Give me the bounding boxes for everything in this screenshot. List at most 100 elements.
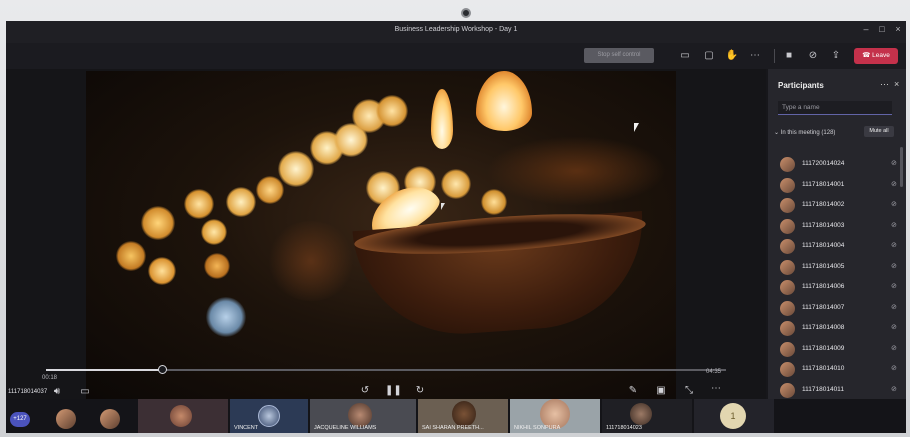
close-button[interactable]: × (892, 24, 904, 34)
toolbar-divider (774, 49, 775, 63)
mic-off-icon[interactable]: ⊘ (891, 221, 897, 229)
share-tray-icon[interactable]: ▭ (678, 49, 692, 63)
participant-avatar (780, 157, 795, 172)
bokeh-light (226, 187, 256, 217)
raise-hand-icon[interactable]: ✋ (725, 49, 739, 63)
participant-avatar (780, 321, 795, 336)
more-icon[interactable]: ⋯ (748, 49, 762, 63)
mic-off-icon[interactable]: ⊘ (891, 323, 897, 331)
participants-panel: Participants ⋯ × ⌄ In this meeting (128)… (768, 69, 906, 433)
participant-name: 111718014005 (802, 262, 845, 270)
mute-all-button[interactable]: Mute all (864, 126, 894, 137)
tile-name: JACQUELINE WILLIAMS (314, 425, 377, 431)
maximize-button[interactable]: □ (876, 24, 888, 34)
participant-name: 111718014006 (802, 283, 845, 290)
participant-name: 111718014010 (802, 365, 845, 372)
bokeh-light (256, 176, 284, 204)
leave-button[interactable]: ☎ Leave (854, 48, 898, 64)
in-meeting-label: In this meeting (128) (780, 130, 836, 136)
elapsed-time: 00:18 (42, 375, 58, 381)
participant-row[interactable]: 111718014009 ⊘ (780, 340, 900, 360)
mic-off-icon[interactable]: ⊘ (891, 159, 897, 167)
mic-off-icon[interactable]: ⊘ (891, 344, 897, 352)
panel-close-icon[interactable]: × (894, 79, 899, 89)
fullscreen-icon[interactable]: ⤡ (682, 385, 696, 396)
video-tile[interactable]: 111718014023 (602, 399, 692, 433)
panel-scrollbar[interactable] (900, 147, 903, 187)
participant-row[interactable]: 111718014007 ⊘ (780, 299, 900, 319)
participant-name: 111720014024 (802, 160, 845, 167)
leave-label: Leave (872, 52, 890, 59)
participant-row[interactable]: 111718014008 ⊘ (780, 319, 900, 339)
participant-face (630, 403, 652, 425)
participant-row[interactable]: 111718014006 ⊘ (780, 278, 900, 298)
panel-more-icon[interactable]: ⋯ (880, 79, 889, 90)
mic-off-icon[interactable]: ⊘ (891, 385, 897, 393)
background-lamp (486, 136, 666, 206)
participant-row[interactable]: 111718014003 ⊘ (780, 217, 900, 237)
stop-control-button[interactable]: Stop self control (584, 48, 654, 63)
participant-face (452, 401, 476, 427)
phone-icon: ☎ (862, 52, 873, 59)
video-tile[interactable]: NIKHIL SONPURA (510, 399, 600, 433)
participant-avatar (780, 177, 795, 193)
pen-icon[interactable]: ✎ (626, 385, 640, 396)
window-title: Business Leadership Workshop - Day 1 (394, 26, 518, 33)
video-progress-bar[interactable] (46, 365, 726, 374)
flame (476, 71, 532, 131)
shared-video[interactable] (86, 71, 676, 399)
mic-off-icon[interactable]: ⊘ (891, 364, 897, 372)
minimize-button[interactable]: – (860, 24, 872, 34)
captions-icon[interactable]: ▭ (78, 386, 92, 397)
chat-icon[interactable]: ▢ (702, 49, 716, 63)
pip-icon[interactable]: ▣ (654, 385, 668, 396)
tile-name: 111718014023 (606, 425, 642, 431)
participant-thumbnail[interactable] (56, 409, 76, 429)
meeting-toolbar: Stop self control ▭ ▢ ✋ ⋯ ■ ⊘ ⇪ ☎ Leave (6, 43, 906, 69)
pause-icon[interactable]: ❚❚ (385, 385, 402, 396)
rewind-icon[interactable]: ↺ (358, 385, 372, 396)
remaining-time: 04:35 (706, 369, 722, 375)
mic-off-icon[interactable]: ⊘ (891, 200, 897, 208)
participant-row[interactable]: 111718014001 ⊘ (780, 176, 900, 196)
participant-name: 111718014001 (802, 180, 845, 188)
mic-off-icon[interactable]: ⊘ (891, 180, 897, 188)
video-tile[interactable] (138, 399, 228, 433)
video-tile[interactable]: JACQUELINE WILLIAMS (310, 399, 416, 433)
forward-icon[interactable]: ↻ (413, 385, 427, 396)
participant-name: 111718014011 (802, 385, 844, 393)
mic-off-icon[interactable]: ⊘ (891, 282, 897, 290)
share-icon[interactable]: ⇪ (829, 49, 843, 63)
participant-avatar (780, 341, 795, 357)
participant-thumbnail[interactable] (100, 409, 120, 429)
participant-avatar (258, 405, 280, 427)
tile-name: SAI SHARAN PREETH... (422, 425, 484, 431)
mic-off-icon[interactable]: ⊘ (806, 49, 820, 63)
participant-search-input[interactable] (778, 101, 892, 115)
bokeh-light (201, 219, 227, 245)
participant-avatar (780, 382, 795, 398)
participant-row[interactable]: 111720014024 ⊘ (780, 155, 900, 175)
initial-avatar[interactable]: 1 (720, 403, 746, 429)
camera-icon[interactable]: ■ (782, 49, 796, 63)
video-tile[interactable]: VINCENT (230, 399, 308, 433)
overflow-count-badge[interactable]: +127 (10, 412, 30, 427)
participant-row[interactable]: 111718014004 ⊘ (780, 237, 900, 257)
participant-avatar (780, 198, 795, 213)
participant-row[interactable]: 111718014010 ⊘ (780, 360, 900, 380)
mic-off-icon[interactable]: ⊘ (891, 262, 897, 270)
volume-icon[interactable]: 🔊︎ (50, 386, 64, 397)
in-meeting-header[interactable]: ⌄ In this meeting (128) (774, 129, 835, 136)
participant-row[interactable]: 111718014005 ⊘ (780, 258, 900, 278)
mic-off-icon[interactable]: ⊘ (891, 303, 897, 311)
participant-row[interactable]: 111718014002 ⊘ (780, 196, 900, 216)
bokeh-light (141, 206, 175, 240)
mic-off-icon[interactable]: ⊘ (891, 241, 897, 249)
participant-name: 111718014004 (802, 242, 845, 249)
participant-avatar (780, 280, 795, 295)
video-tile[interactable]: SAI SHARAN PREETH... (418, 399, 508, 433)
progress-handle[interactable] (157, 365, 167, 374)
participant-row[interactable]: 111718014011 ⊘ (780, 381, 900, 401)
participant-name: 111718014002 (802, 201, 845, 208)
video-more-icon[interactable]: ⋯ (709, 383, 723, 394)
